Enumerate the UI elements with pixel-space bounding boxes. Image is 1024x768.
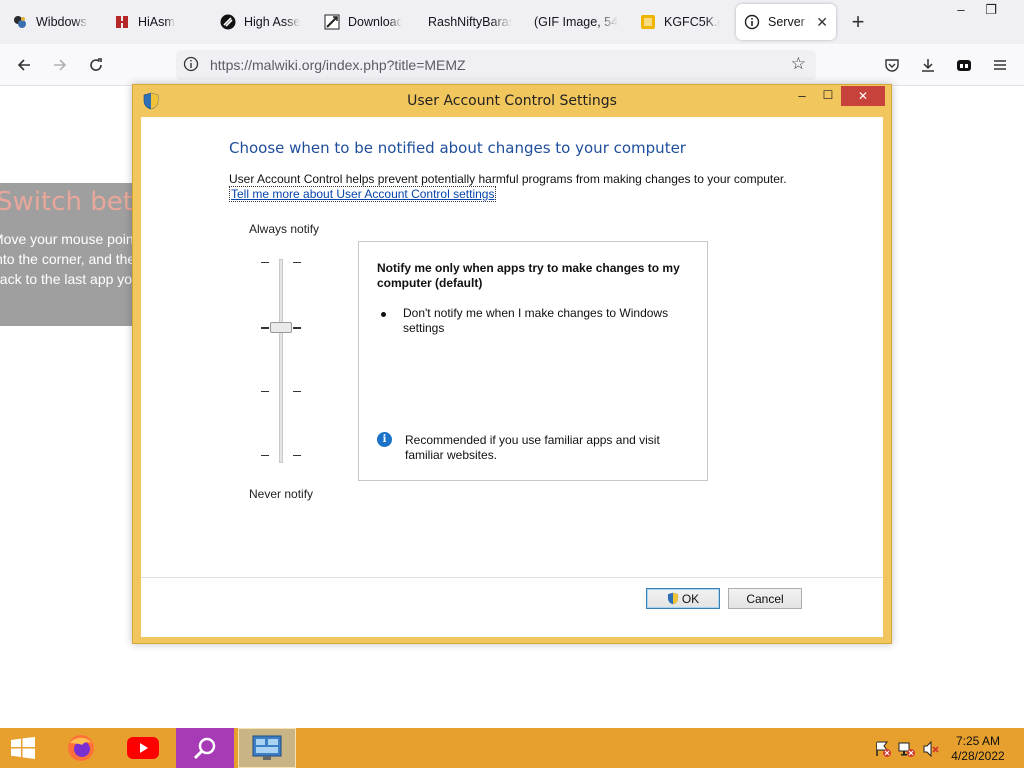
search-icon [193, 737, 216, 760]
cancel-button[interactable]: Cancel [728, 588, 802, 609]
tab-label: RashNiftyBaras [428, 15, 512, 29]
slider-thumb[interactable] [270, 322, 292, 333]
url-text[interactable]: https://malwiki.org/index.php?title=MEMZ [210, 57, 466, 73]
pocket-icon [885, 59, 899, 72]
slider-tick [261, 391, 269, 392]
dialog-footer-divider [141, 577, 883, 578]
address-bar[interactable]: https://malwiki.org/index.php?title=MEMZ… [176, 50, 816, 80]
tab-label: High Assem [244, 15, 300, 29]
slider-tick [261, 455, 269, 456]
close-tab-icon[interactable]: ✕ [810, 14, 828, 31]
tab-kgfc5k[interactable]: KGFC5K.gif [632, 4, 728, 40]
download-favicon [324, 14, 340, 30]
tab-label: Downloadi [348, 15, 402, 29]
learn-more-link[interactable]: Tell me more about User Account Control … [229, 186, 497, 202]
forward-button[interactable] [46, 51, 74, 79]
slider-tick [261, 327, 269, 329]
dialog-description: User Account Control helps prevent poten… [229, 172, 787, 186]
back-button[interactable] [10, 51, 38, 79]
firefox-icon [68, 735, 94, 761]
reload-icon [90, 58, 102, 71]
high-assembly-favicon [220, 14, 236, 30]
uac-settings-dialog: User Account Control Settings – ☐ ✕ Choo… [132, 84, 892, 644]
slider-top-label: Always notify [249, 222, 320, 236]
tab-high-assembly[interactable]: High Assem [212, 4, 308, 40]
slider-tick [293, 262, 301, 263]
level-description-box: Notify me only when apps try to make cha… [358, 241, 708, 481]
pocket-button[interactable] [878, 51, 906, 79]
dialog-maximize-button[interactable]: ☐ [817, 88, 839, 108]
extension-icon [957, 60, 971, 71]
tab-server-active[interactable]: Server N ✕ [736, 4, 836, 40]
youtube-icon [127, 737, 159, 759]
reload-button[interactable] [82, 51, 110, 79]
slider-tick [293, 455, 301, 456]
dialog-content: Choose when to be notified about changes… [141, 117, 883, 637]
slider-tick [293, 391, 301, 392]
dialog-minimize-button[interactable]: – [791, 88, 813, 108]
taskbar-search[interactable] [176, 728, 234, 768]
gif-favicon [640, 14, 656, 30]
level-heading: Notify me only when apps try to make cha… [377, 261, 680, 290]
action-center-icon[interactable] [874, 740, 892, 758]
taskbar-uac-settings[interactable] [238, 728, 296, 768]
site-info-icon[interactable] [176, 56, 206, 75]
ok-button-label: OK [681, 591, 700, 606]
tab-downloading[interactable]: Downloadi [316, 4, 410, 40]
volume-muted-icon[interactable] [922, 740, 940, 758]
network-icon[interactable] [898, 740, 916, 758]
tab-wibdows[interactable]: Wibdows 9 [4, 4, 96, 40]
uac-shield-icon [667, 592, 678, 605]
extensions-button[interactable] [950, 51, 978, 79]
tab-label: KGFC5K.gif [664, 15, 720, 29]
back-arrow-icon [17, 59, 30, 71]
restore-window-button[interactable]: ❐ [976, 0, 1006, 22]
clock-date: 4/28/2022 [951, 749, 1005, 763]
notification-level-slider[interactable] [279, 259, 283, 463]
tab-gif-image[interactable]: (GIF Image, 540 [526, 4, 626, 40]
clock-time: 7:25 AM [955, 734, 1001, 748]
forward-arrow-icon [54, 59, 67, 71]
dialog-heading: Choose when to be notified about changes… [229, 139, 686, 157]
navigation-toolbar: https://malwiki.org/index.php?title=MEMZ… [0, 44, 1024, 86]
dialog-titlebar[interactable]: User Account Control Settings – ☐ ✕ [133, 85, 891, 117]
hamburger-menu-icon [994, 60, 1006, 70]
download-icon [922, 59, 934, 72]
cancel-button-label: Cancel [746, 591, 784, 606]
tab-hiasm[interactable]: HiAsm [106, 4, 206, 40]
taskbar-youtube[interactable] [114, 728, 172, 768]
wibdows-favicon [12, 14, 28, 30]
uac-settings-icon [252, 735, 282, 760]
minimize-window-button[interactable]: – [946, 0, 976, 22]
info-icon: i [377, 432, 392, 447]
tab-label: (GIF Image, 540 [534, 15, 618, 29]
system-clock[interactable]: 7:25 AM 4/28/2022 [946, 734, 1010, 764]
menu-button[interactable] [986, 51, 1014, 79]
hiasm-favicon [114, 14, 130, 30]
dialog-title: User Account Control Settings [407, 93, 617, 109]
new-tab-button[interactable]: + [846, 10, 870, 34]
tab-label: Wibdows 9 [36, 15, 88, 29]
recommendation-text: Recommended if you use familiar apps and… [405, 433, 660, 462]
taskbar: 7:25 AM 4/28/2022 [0, 728, 1024, 768]
dialog-close-button[interactable]: ✕ [841, 86, 885, 106]
slider-tick [293, 327, 301, 329]
bullet-icon [381, 312, 386, 317]
slider-tick [261, 262, 269, 263]
ok-button[interactable]: OK [646, 588, 720, 609]
tab-strip: Wibdows 9 HiAsm High Assem Downloadi Ras… [0, 0, 1024, 44]
level-bullet-text: Don't notify me when I make changes to W… [403, 306, 669, 335]
windows-start-icon[interactable] [10, 737, 36, 759]
downloads-button[interactable] [914, 51, 942, 79]
tab-label: Server N [768, 15, 810, 29]
slider-bottom-label: Never notify [249, 487, 314, 501]
info-icon [744, 14, 760, 30]
bookmark-star-icon[interactable]: ☆ [791, 54, 806, 74]
tab-label: HiAsm [138, 15, 175, 29]
taskbar-firefox[interactable] [52, 728, 110, 768]
tab-rashnifty[interactable]: RashNiftyBaras [420, 4, 520, 40]
